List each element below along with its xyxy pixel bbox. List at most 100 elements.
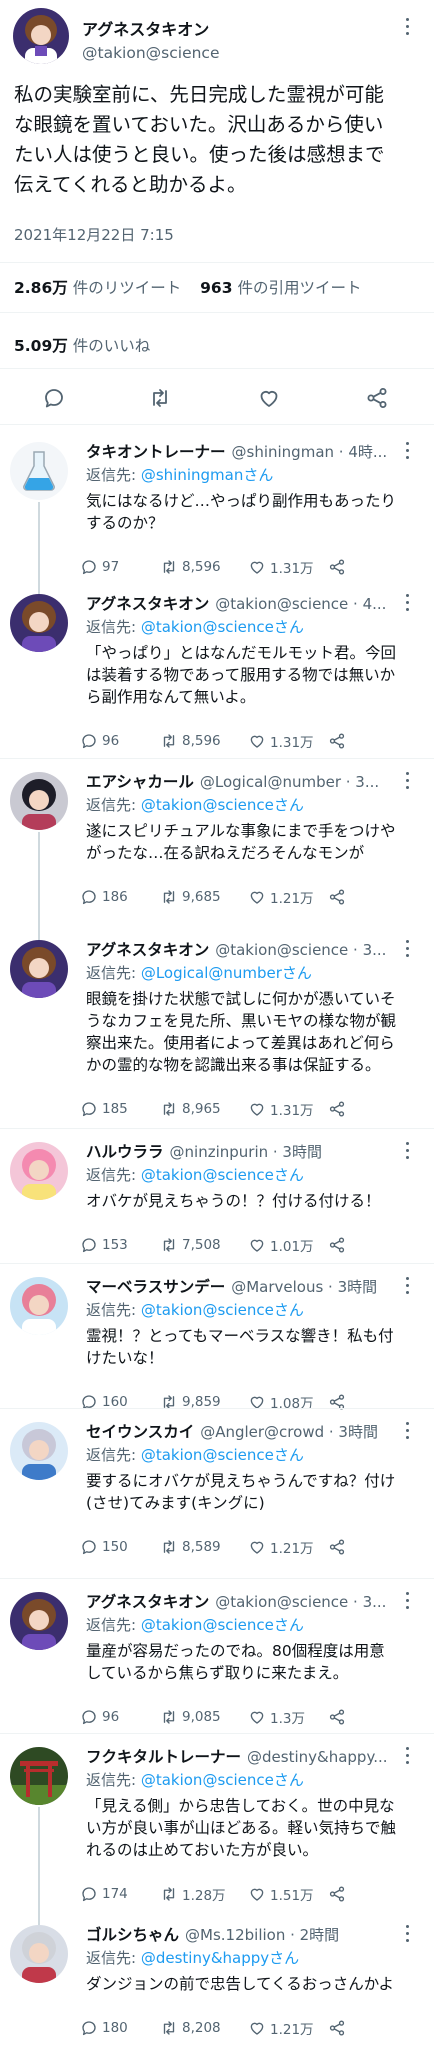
reply-avatar[interactable] xyxy=(10,1925,68,1983)
share-icon[interactable] xyxy=(328,732,346,750)
main-author-avatar[interactable] xyxy=(13,8,69,64)
reply-author-name[interactable]: アグネスタキオン xyxy=(86,938,209,960)
reply-avatar[interactable] xyxy=(10,772,68,830)
share-icon[interactable] xyxy=(328,1885,346,1903)
reply-avatar[interactable] xyxy=(10,1747,68,1805)
like-icon[interactable] xyxy=(248,2019,266,2037)
reply-action[interactable]: 97 xyxy=(80,556,119,578)
share-icon[interactable] xyxy=(365,386,389,410)
reply-icon[interactable] xyxy=(80,1538,98,1556)
reply-action[interactable]: 174 xyxy=(80,1883,128,1905)
reply-icon[interactable] xyxy=(80,558,98,576)
retweet-icon[interactable] xyxy=(160,2019,178,2037)
main-author-name[interactable]: アグネスタキオン xyxy=(82,16,209,40)
reply-to-link[interactable]: @Logical@numberさん xyxy=(141,964,312,982)
like-icon[interactable] xyxy=(248,888,266,906)
retweet-action[interactable]: 9,685 xyxy=(160,886,221,908)
reply-author-meta[interactable]: @Ms.12bilion · 2時間 xyxy=(185,1924,339,1945)
reply-author-meta[interactable]: @Angler@crowd · 3時間 xyxy=(200,1421,378,1442)
reply-to-link[interactable]: @takion@scienceさん xyxy=(141,1616,304,1634)
retweet-icon[interactable] xyxy=(160,888,178,906)
like-action[interactable]: 1.01万 xyxy=(248,1234,314,1256)
share-action[interactable] xyxy=(328,1706,346,1728)
reply-icon[interactable] xyxy=(80,1100,98,1118)
reply-action[interactable]: 96 xyxy=(80,730,119,752)
like-action[interactable]: 1.31万 xyxy=(248,556,314,578)
reply-action[interactable]: 185 xyxy=(80,1098,128,1120)
retweet-icon[interactable] xyxy=(160,558,178,576)
reply-action[interactable]: 160 xyxy=(80,1391,128,1413)
reply-author-name[interactable]: フクキタルトレーナー xyxy=(86,1745,241,1767)
main-more-icon[interactable] xyxy=(398,16,418,36)
reply-author-meta[interactable]: @ninzinpurin · 3時間 xyxy=(170,1141,322,1162)
retweet-icon[interactable] xyxy=(160,732,178,750)
share-icon[interactable] xyxy=(328,1708,346,1726)
share-icon[interactable] xyxy=(328,558,346,576)
retweet-action[interactable]: 1.28万 xyxy=(160,1883,226,1905)
reply-action[interactable]: 180 xyxy=(80,2017,128,2039)
like-icon[interactable] xyxy=(248,558,266,576)
retweet-icon[interactable] xyxy=(160,1708,178,1726)
more-icon[interactable] xyxy=(398,440,418,460)
reply-author-meta[interactable]: @shiningman · 4時... xyxy=(232,441,386,462)
share-action[interactable] xyxy=(328,1883,346,1905)
main-timestamp[interactable]: 2021年12月22日 7:15 xyxy=(14,224,174,245)
share-action[interactable] xyxy=(328,556,346,578)
more-icon[interactable] xyxy=(398,770,418,790)
reply-avatar[interactable] xyxy=(10,594,68,652)
retweet-icon[interactable] xyxy=(160,1100,178,1118)
like-action[interactable]: 1.31万 xyxy=(248,1098,314,1120)
retweet-action[interactable]: 8,965 xyxy=(160,1098,221,1120)
like-action[interactable]: 1.21万 xyxy=(248,886,314,908)
share-action[interactable] xyxy=(328,1536,346,1558)
more-icon[interactable] xyxy=(398,1275,418,1295)
share-action[interactable] xyxy=(328,886,346,908)
retweet-action[interactable]: 8,208 xyxy=(160,2017,221,2039)
reply-action[interactable]: 153 xyxy=(80,1234,128,1256)
like-icon[interactable] xyxy=(248,1100,266,1118)
reply-avatar[interactable] xyxy=(10,1592,68,1650)
reply-author-name[interactable]: タキオントレーナー xyxy=(86,440,226,462)
reply-to-link[interactable]: @destiny&happyさん xyxy=(141,1949,299,1967)
like-icon[interactable] xyxy=(248,1236,266,1254)
retweet-action[interactable]: 8,596 xyxy=(160,556,221,578)
reply-author-meta[interactable]: @destiny&happy... xyxy=(247,1748,386,1766)
reply-to-link[interactable]: @takion@scienceさん xyxy=(141,1446,304,1464)
more-icon[interactable] xyxy=(398,1140,418,1160)
more-icon[interactable] xyxy=(398,592,418,612)
reply-avatar[interactable] xyxy=(10,940,68,998)
retweet-action[interactable]: 7,508 xyxy=(160,1234,221,1256)
reply-action[interactable]: 186 xyxy=(80,886,128,908)
reply-author-name[interactable]: アグネスタキオン xyxy=(86,1590,209,1612)
reply-icon[interactable] xyxy=(80,2019,98,2037)
reply-to-link[interactable]: @takion@scienceさん xyxy=(141,796,304,814)
like-icon[interactable] xyxy=(248,1538,266,1556)
share-action[interactable] xyxy=(328,1391,346,1413)
like-action[interactable]: 1.51万 xyxy=(248,1883,314,1905)
retweet-icon[interactable] xyxy=(160,1885,178,1903)
reply-author-name[interactable]: アグネスタキオン xyxy=(86,592,209,614)
reply-author-name[interactable]: マーベラスサンデー xyxy=(86,1275,225,1297)
share-icon[interactable] xyxy=(328,1100,346,1118)
retweet-icon[interactable] xyxy=(148,386,172,410)
reply-icon[interactable] xyxy=(80,888,98,906)
retweet-action[interactable]: 8,589 xyxy=(160,1536,221,1558)
reply-author-meta[interactable]: @Logical@number · 3... xyxy=(200,773,379,791)
reply-author-meta[interactable]: @Marvelous · 3時間 xyxy=(231,1276,377,1297)
reply-to-link[interactable]: @takion@scienceさん xyxy=(141,1166,304,1184)
more-icon[interactable] xyxy=(398,1590,418,1610)
reply-author-meta[interactable]: @takion@science · 3... xyxy=(215,941,386,959)
more-icon[interactable] xyxy=(398,1923,418,1943)
reply-avatar[interactable] xyxy=(10,1142,68,1200)
share-action[interactable] xyxy=(328,730,346,752)
like-icon[interactable] xyxy=(257,386,281,410)
share-icon[interactable] xyxy=(328,1236,346,1254)
main-author-handle[interactable]: @takion@science xyxy=(82,44,220,62)
reply-action[interactable]: 150 xyxy=(80,1536,128,1558)
reply-avatar[interactable] xyxy=(10,1277,68,1335)
like-icon[interactable] xyxy=(248,1708,266,1726)
reply-author-name[interactable]: ハルウララ xyxy=(86,1140,164,1162)
like-action[interactable]: 1.3万 xyxy=(248,1706,305,1728)
reply-to-link[interactable]: @takion@scienceさん xyxy=(141,618,304,636)
reply-avatar[interactable] xyxy=(10,442,68,500)
